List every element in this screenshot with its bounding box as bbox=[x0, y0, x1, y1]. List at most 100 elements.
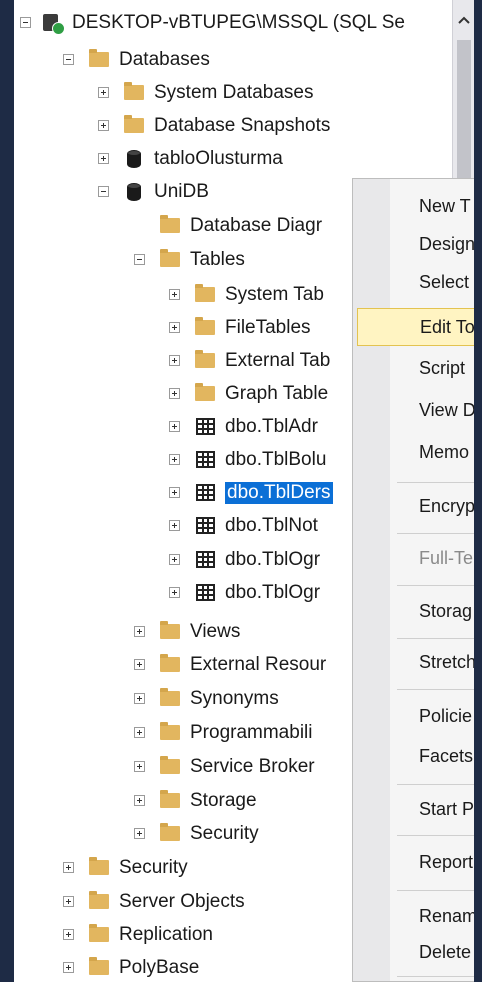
tree-node-server[interactable]: DESKTOP-vBTUPEG\MSSQL (SQL Se bbox=[20, 6, 405, 39]
expand-plus-icon[interactable] bbox=[169, 520, 180, 531]
collapse-minus-icon[interactable] bbox=[98, 186, 109, 197]
menu-item-memory-optimization[interactable]: Memo bbox=[353, 433, 474, 471]
menu-item-new-table[interactable]: New T bbox=[353, 187, 474, 225]
tree-node-tables[interactable]: Tables bbox=[134, 243, 245, 276]
tree-node-label: dbo.TblAdr bbox=[225, 415, 318, 437]
tree-node-programmability[interactable]: Programmabili bbox=[134, 716, 312, 749]
expand-plus-icon[interactable] bbox=[98, 87, 109, 98]
tree-node-database-tablo[interactable]: tabloOlusturma bbox=[98, 142, 283, 175]
expand-plus-icon[interactable] bbox=[134, 626, 145, 637]
menu-item-reports[interactable]: Report bbox=[353, 843, 474, 881]
menu-item-start-powershell[interactable]: Start P bbox=[353, 790, 474, 828]
tree-node-replication[interactable]: Replication bbox=[63, 918, 213, 951]
folder-icon bbox=[88, 857, 110, 879]
menu-item-encrypt-columns[interactable]: Encryp bbox=[353, 487, 474, 525]
menu-item-rename[interactable]: Renam bbox=[353, 897, 474, 935]
tree-node-table[interactable]: dbo.TblOgr bbox=[169, 543, 320, 576]
menu-item-storage[interactable]: Storag bbox=[353, 592, 474, 630]
tree-node-synonyms[interactable]: Synonyms bbox=[134, 682, 279, 715]
tree-node-label: DESKTOP-vBTUPEG\MSSQL (SQL Se bbox=[72, 11, 405, 33]
folder-icon bbox=[88, 957, 110, 979]
menu-item-label: Memo bbox=[419, 441, 470, 462]
menu-item-view-dependencies[interactable]: View D bbox=[353, 391, 474, 429]
expand-plus-icon[interactable] bbox=[169, 388, 180, 399]
tree-node-label: dbo.TblBolu bbox=[225, 448, 327, 470]
tree-node-label: Database Snapshots bbox=[154, 114, 331, 136]
folder-icon bbox=[159, 621, 181, 643]
expand-plus-icon[interactable] bbox=[169, 554, 180, 565]
tree-node-database-snapshots[interactable]: Database Snapshots bbox=[98, 109, 330, 142]
tree-node-system-tables[interactable]: System Tab bbox=[169, 278, 324, 311]
expand-plus-icon[interactable] bbox=[134, 727, 145, 738]
expand-plus-icon[interactable] bbox=[169, 289, 180, 300]
menu-item-design[interactable]: Design bbox=[353, 225, 474, 263]
tree-node-graph-tables[interactable]: Graph Table bbox=[169, 377, 328, 410]
tree-node-label: Databases bbox=[119, 48, 210, 70]
expand-plus-icon[interactable] bbox=[134, 795, 145, 806]
expand-plus-icon[interactable] bbox=[98, 153, 109, 164]
scroll-up-button[interactable] bbox=[453, 6, 475, 34]
expand-plus-icon[interactable] bbox=[169, 454, 180, 465]
tree-node-security[interactable]: Security bbox=[63, 851, 188, 884]
tree-node-db-storage[interactable]: Storage bbox=[134, 784, 257, 817]
tree-node-label: dbo.TblDers bbox=[224, 480, 334, 505]
tree-node-system-databases[interactable]: System Databases bbox=[98, 76, 313, 109]
collapse-minus-icon[interactable] bbox=[134, 254, 145, 265]
menu-separator bbox=[397, 585, 474, 586]
tree-node-views[interactable]: Views bbox=[134, 615, 240, 648]
collapse-minus-icon[interactable] bbox=[20, 17, 31, 28]
expand-plus-icon[interactable] bbox=[63, 929, 74, 940]
tree-node-table[interactable]: dbo.TblNot bbox=[169, 509, 318, 542]
expand-plus-icon[interactable] bbox=[98, 120, 109, 131]
tree-node-label: External Tab bbox=[225, 349, 331, 371]
expand-plus-icon[interactable] bbox=[134, 828, 145, 839]
menu-item-edit-top[interactable]: Edit To bbox=[357, 308, 474, 346]
tree-node-label: System Databases bbox=[154, 81, 314, 103]
tree-node-table[interactable]: dbo.TblAdr bbox=[169, 410, 318, 443]
tree-node-polybase[interactable]: PolyBase bbox=[63, 951, 199, 982]
tree-node-database-diagrams[interactable]: Database Diagr bbox=[134, 209, 322, 242]
expand-plus-icon[interactable] bbox=[63, 962, 74, 973]
expand-plus-icon[interactable] bbox=[134, 761, 145, 772]
tree-node-table[interactable]: dbo.TblOgr bbox=[169, 576, 320, 609]
menu-item-facets[interactable]: Facets bbox=[353, 737, 474, 775]
tree-node-server-objects[interactable]: Server Objects bbox=[63, 885, 245, 918]
tree-node-label: Storage bbox=[190, 789, 257, 811]
collapse-minus-icon[interactable] bbox=[63, 54, 74, 65]
folder-icon bbox=[123, 82, 145, 104]
menu-item-label: Facets bbox=[419, 745, 474, 766]
window-frame: DESKTOP-vBTUPEG\MSSQL (SQL Se Databases … bbox=[0, 0, 482, 982]
menu-item-delete[interactable]: Delete bbox=[353, 933, 474, 971]
folder-icon bbox=[194, 350, 216, 372]
expand-plus-icon[interactable] bbox=[169, 587, 180, 598]
tree-node-database-unidb[interactable]: UniDB bbox=[98, 175, 209, 208]
expand-plus-icon[interactable] bbox=[63, 896, 74, 907]
database-icon bbox=[123, 148, 145, 170]
tree-node-table[interactable]: dbo.TblBolu bbox=[169, 443, 326, 476]
menu-item-label: Full-Te bbox=[419, 547, 474, 568]
menu-separator bbox=[397, 835, 474, 836]
tree-node-label: External Resour bbox=[190, 653, 327, 675]
expand-plus-icon[interactable] bbox=[134, 693, 145, 704]
tree-node-db-security[interactable]: Security bbox=[134, 817, 259, 850]
expand-plus-icon[interactable] bbox=[134, 659, 145, 670]
expand-plus-icon[interactable] bbox=[63, 862, 74, 873]
expand-plus-icon[interactable] bbox=[169, 487, 180, 498]
tree-node-databases[interactable]: Databases bbox=[63, 43, 210, 76]
tree-node-external-tables[interactable]: External Tab bbox=[169, 344, 330, 377]
folder-icon bbox=[159, 249, 181, 271]
tree-node-filetables[interactable]: FileTables bbox=[169, 311, 311, 344]
expand-plus-icon[interactable] bbox=[169, 355, 180, 366]
menu-item-select-top[interactable]: Select bbox=[353, 263, 474, 301]
menu-item-label: Script bbox=[419, 357, 466, 378]
expand-plus-icon[interactable] bbox=[169, 421, 180, 432]
tree-node-external-resources[interactable]: External Resour bbox=[134, 648, 326, 681]
expand-plus-icon[interactable] bbox=[169, 322, 180, 333]
menu-item-script-table[interactable]: Script bbox=[353, 349, 474, 387]
tree-node-table-selected[interactable]: dbo.TblDers bbox=[169, 476, 334, 509]
tree-node-service-broker[interactable]: Service Broker bbox=[134, 750, 315, 783]
tree-node-label: dbo.TblOgr bbox=[225, 581, 321, 603]
menu-item-label: Storag bbox=[419, 600, 473, 621]
menu-item-stretch[interactable]: Stretch bbox=[353, 643, 474, 681]
menu-item-policies[interactable]: Policie bbox=[353, 697, 474, 735]
